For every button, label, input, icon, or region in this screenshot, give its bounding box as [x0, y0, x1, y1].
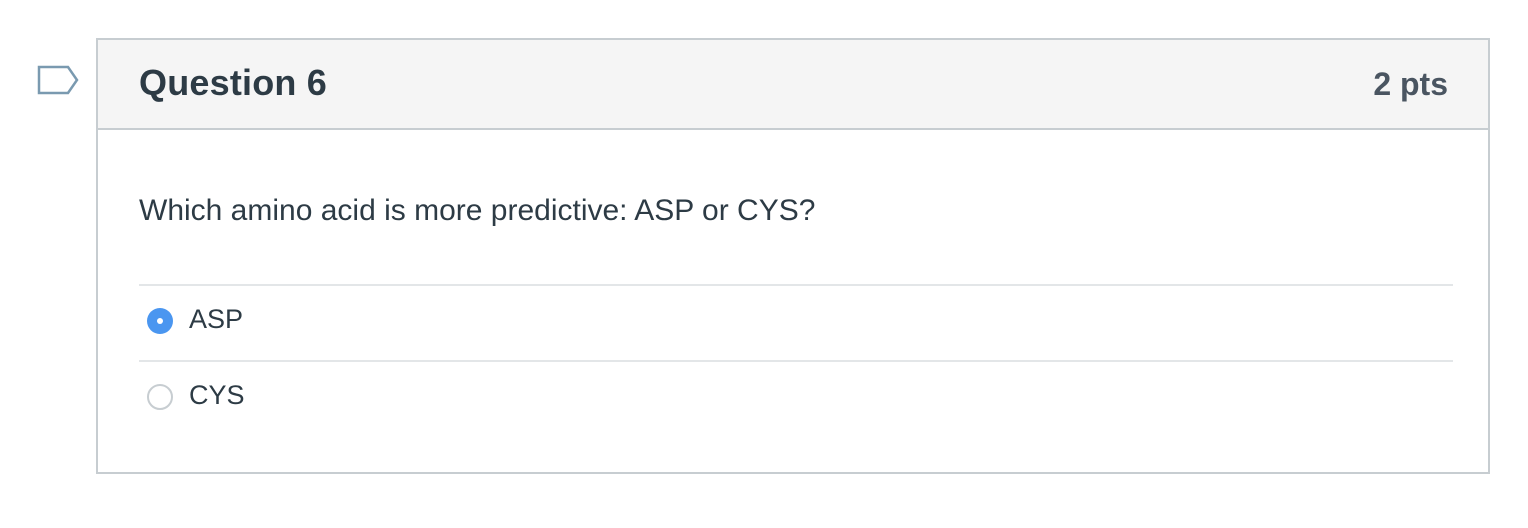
- answer-list: ASP CYS: [139, 284, 1453, 436]
- quiz-page: Question 6 2 pts Which amino acid is mor…: [0, 0, 1528, 528]
- question-points: 2 pts: [1373, 66, 1448, 102]
- flag-question-icon[interactable]: [36, 64, 80, 100]
- answer-option[interactable]: CYS: [139, 360, 1453, 436]
- radio-button[interactable]: [147, 384, 173, 410]
- radio-button-selected[interactable]: [147, 308, 173, 334]
- question-title: Question 6: [139, 62, 328, 103]
- answer-label: ASP: [189, 304, 244, 334]
- question-header: Question 6 2 pts: [98, 40, 1488, 130]
- answer-label: CYS: [189, 380, 245, 410]
- answer-option[interactable]: ASP: [139, 284, 1453, 360]
- question-text: Which amino acid is more predictive: ASP…: [139, 194, 816, 227]
- question-card: Question 6 2 pts Which amino acid is mor…: [96, 38, 1490, 474]
